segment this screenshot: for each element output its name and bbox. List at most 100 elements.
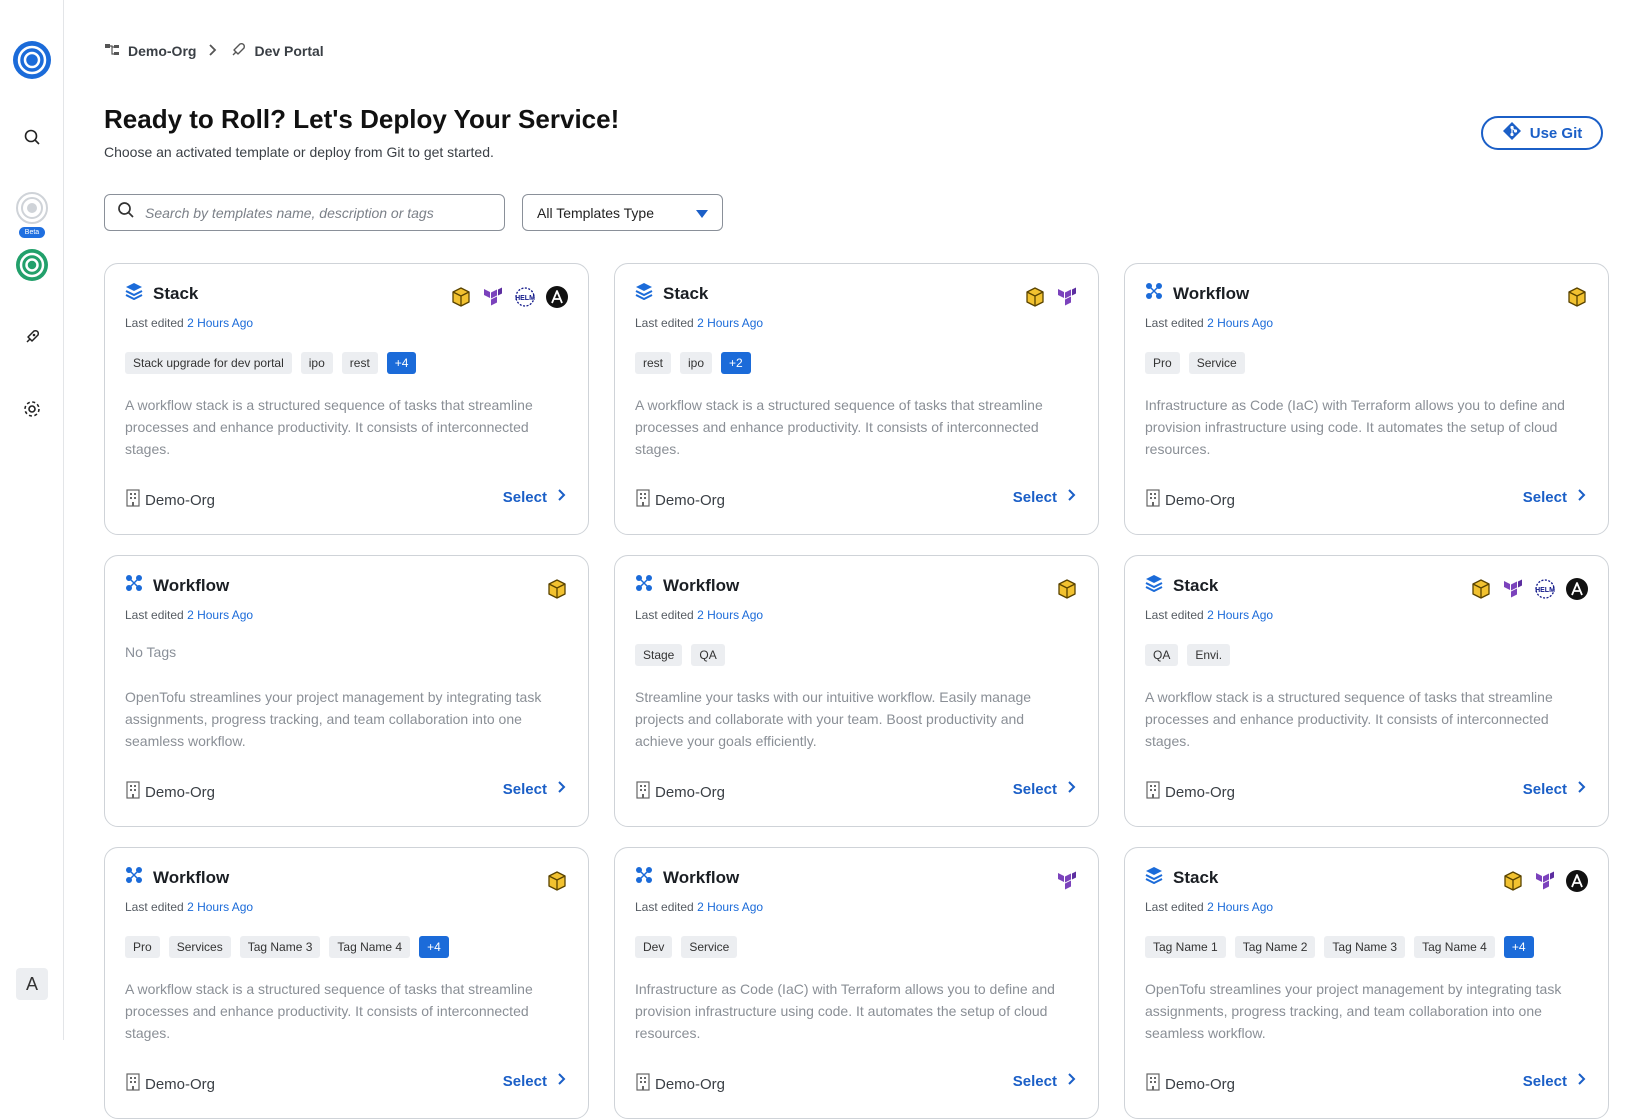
ansible-icon xyxy=(544,284,570,310)
card-org: Demo-Org xyxy=(125,1073,215,1095)
svg-text:HELM: HELM xyxy=(1535,587,1555,594)
template-card[interactable]: Workflow Last edited 2 Hours Ago Pro Servic… xyxy=(104,847,589,1119)
template-type-select[interactable]: All Templates Type xyxy=(522,194,723,231)
select-button[interactable]: Select xyxy=(1013,1072,1076,1090)
tag: ipo xyxy=(300,352,333,374)
terraform-icon xyxy=(1500,576,1526,602)
card-org-label: Demo-Org xyxy=(1165,783,1236,801)
workflow-type-icon xyxy=(635,866,653,889)
last-edited-time: 2 Hours Ago xyxy=(1207,608,1274,622)
card-org: Demo-Org xyxy=(635,781,725,803)
breadcrumb-org[interactable]: Demo-Org xyxy=(104,42,196,61)
page-title: Ready to Roll? Let's Deploy Your Service… xyxy=(104,104,620,134)
last-edited-time: 2 Hours Ago xyxy=(1207,900,1274,914)
card-edited: Last edited 2 Hours Ago xyxy=(125,608,253,622)
card-org-label: Demo-Org xyxy=(1165,491,1236,509)
card-tags: Tag Name 1 Tag Name 2 Tag Name 3 Tag Name 4… xyxy=(1145,936,1534,958)
select-label: Select xyxy=(502,488,547,506)
select-button[interactable]: Select xyxy=(503,780,566,798)
workflow-type-icon xyxy=(635,574,653,597)
select-button[interactable]: Select xyxy=(1013,488,1076,506)
workflow-type-icon xyxy=(125,574,143,597)
building-icon xyxy=(635,489,651,511)
cube-icon xyxy=(1500,868,1526,894)
select-button[interactable]: Select xyxy=(503,1072,566,1090)
card-edited: Last edited 2 Hours Ago xyxy=(1145,900,1273,914)
select-button[interactable]: Select xyxy=(1523,1072,1586,1090)
select-button[interactable]: Select xyxy=(1013,780,1076,798)
card-org-label: Demo-Org xyxy=(145,1075,216,1093)
card-header: Workflow xyxy=(125,574,229,597)
gear-icon[interactable] xyxy=(12,389,52,429)
last-edited-time: 2 Hours Ago xyxy=(697,900,764,914)
ansible-icon xyxy=(1564,576,1590,602)
use-git-label: Use Git xyxy=(1529,124,1583,142)
card-tags: QA Envi. xyxy=(1145,644,1231,666)
more-tags-badge[interactable]: +4 xyxy=(419,936,449,958)
chevron-right-icon xyxy=(1577,780,1586,798)
rocket-icon[interactable] xyxy=(12,317,52,357)
tag: Dev xyxy=(635,936,673,958)
cube-icon xyxy=(448,284,474,310)
template-card[interactable]: Stack Last edited 2 Hours Ago Tag Name 1 Ta… xyxy=(1124,847,1609,1119)
select-button[interactable]: Select xyxy=(503,488,566,506)
building-icon xyxy=(125,489,141,511)
green-target-icon[interactable] xyxy=(12,245,52,285)
building-icon xyxy=(125,781,141,803)
select-label: Select xyxy=(1012,1072,1057,1090)
template-card[interactable]: Stack HELM Last edited 2 Hours Ago QA Envi. A… xyxy=(1124,555,1609,827)
card-org: Demo-Org xyxy=(1145,489,1235,511)
last-edited-label: Last edited xyxy=(1145,608,1204,622)
card-description: A workflow stack is a structured sequenc… xyxy=(1145,689,1553,749)
card-org-label: Demo-Org xyxy=(655,1075,726,1093)
card-tags: Stage QA xyxy=(635,644,725,666)
search-icon[interactable] xyxy=(12,117,52,157)
card-edited: Last edited 2 Hours Ago xyxy=(125,316,253,330)
search-icon xyxy=(117,201,135,224)
breadcrumb-org-label: Demo-Org xyxy=(128,43,197,59)
search-input[interactable] xyxy=(145,204,485,221)
last-edited-label: Last edited xyxy=(1145,316,1204,330)
tag: Pro xyxy=(1145,352,1180,374)
card-tags: Pro Services Tag Name 3 Tag Name 4 +4 xyxy=(125,936,449,958)
tag: rest xyxy=(341,352,378,374)
no-tags-label: No Tags xyxy=(125,644,177,660)
template-card[interactable]: Workflow Last edited 2 Hours Ago Stage QA St… xyxy=(614,555,1099,827)
card-tags: Dev Service xyxy=(635,936,738,958)
chevron-right-icon xyxy=(1067,488,1076,506)
chevron-right-icon xyxy=(557,488,566,506)
more-tags-badge[interactable]: +4 xyxy=(1503,936,1534,958)
card-type-label: Stack xyxy=(663,283,709,303)
cube-icon xyxy=(544,868,570,894)
card-header: Workflow xyxy=(125,866,229,889)
stack-type-icon xyxy=(1145,866,1163,889)
use-git-button[interactable]: Use Git xyxy=(1481,116,1603,150)
avatar[interactable]: A xyxy=(16,968,48,1000)
card-type-label: Stack xyxy=(1173,575,1219,595)
last-edited-label: Last edited xyxy=(635,316,694,330)
more-tags-badge[interactable]: +2 xyxy=(721,352,751,374)
stack-type-icon xyxy=(1145,574,1163,597)
select-button[interactable]: Select xyxy=(1523,488,1586,506)
last-edited-time: 2 Hours Ago xyxy=(187,608,254,622)
beta-feature-icon[interactable] xyxy=(12,188,52,228)
building-icon xyxy=(1145,1073,1161,1095)
card-description: Infrastructure as Code (IaC) with Terraf… xyxy=(635,981,1055,1041)
app-logo-icon[interactable] xyxy=(12,40,52,80)
template-card[interactable]: Workflow Last edited 2 Hours Ago Dev Servic… xyxy=(614,847,1099,1119)
last-edited-label: Last edited xyxy=(125,900,184,914)
card-type-label: Workflow xyxy=(153,867,230,887)
select-button[interactable]: Select xyxy=(1523,780,1586,798)
template-card[interactable]: Workflow Last edited 2 Hours Ago Pro Servic… xyxy=(1124,263,1609,535)
breadcrumb-portal[interactable]: Dev Portal xyxy=(230,42,324,61)
rocket-icon xyxy=(230,42,246,61)
template-card[interactable]: Workflow Last edited 2 Hours Ago No Tags Op… xyxy=(104,555,589,827)
more-tags-badge[interactable]: +4 xyxy=(386,352,417,374)
card-edited: Last edited 2 Hours Ago xyxy=(635,608,763,622)
template-card[interactable]: Stack HELM Last edited 2 Hours Ago Stack up… xyxy=(104,263,589,535)
card-edited: Last edited 2 Hours Ago xyxy=(125,900,253,914)
template-card[interactable]: Stack Last edited 2 Hours Ago rest ipo +2 A w… xyxy=(614,263,1099,535)
tag: rest xyxy=(635,352,672,374)
git-icon xyxy=(1502,121,1522,145)
beta-badge: Beta xyxy=(19,227,45,238)
